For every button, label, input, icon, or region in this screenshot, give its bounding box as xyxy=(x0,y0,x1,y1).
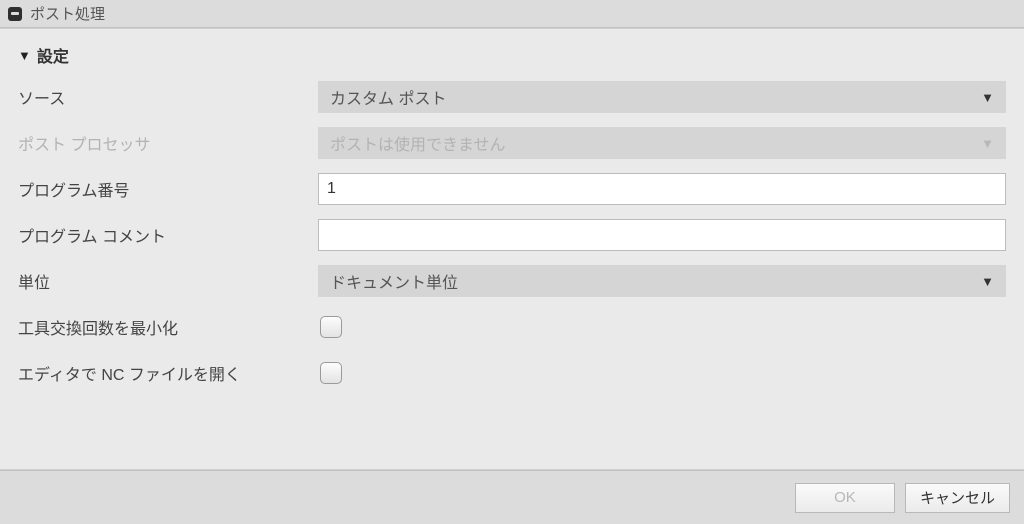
label-program-comment: プログラム コメント xyxy=(18,223,318,247)
titlebar: ポスト処理 xyxy=(0,0,1024,28)
select-units[interactable]: ドキュメント単位 ▼ xyxy=(318,265,1006,297)
chevron-down-icon: ▼ xyxy=(981,90,994,105)
label-program-number: プログラム番号 xyxy=(18,177,318,201)
cancel-button[interactable]: キャンセル xyxy=(905,483,1010,513)
section-header-settings[interactable]: ▼ 設定 xyxy=(18,43,1006,67)
select-post-processor: ポストは使用できません ▼ xyxy=(318,127,1006,159)
select-units-value: ドキュメント単位 xyxy=(330,269,458,293)
content-area: ▼ 設定 ソース カスタム ポスト ▼ ポスト プロセッサ ポストは使用できませ… xyxy=(0,28,1024,470)
select-source-value: カスタム ポスト xyxy=(330,85,446,109)
section-title: 設定 xyxy=(37,43,69,67)
row-source: ソース カスタム ポスト ▼ xyxy=(18,81,1006,113)
chevron-down-icon: ▼ xyxy=(981,274,994,289)
label-post-processor: ポスト プロセッサ xyxy=(18,131,318,155)
checkbox-minimize-tool-changes[interactable] xyxy=(320,316,342,338)
row-post-processor: ポスト プロセッサ ポストは使用できません ▼ xyxy=(18,127,1006,159)
label-open-nc-in-editor: エディタで NC ファイルを開く xyxy=(18,361,318,385)
row-open-nc-in-editor: エディタで NC ファイルを開く xyxy=(18,357,1006,389)
label-minimize-tool-changes: 工具交換回数を最小化 xyxy=(18,315,318,339)
row-units: 単位 ドキュメント単位 ▼ xyxy=(18,265,1006,297)
window-title: ポスト処理 xyxy=(30,3,105,24)
ok-button: OK xyxy=(795,483,895,513)
row-minimize-tool-changes: 工具交換回数を最小化 xyxy=(18,311,1006,343)
input-program-comment[interactable] xyxy=(318,219,1006,251)
footer: OK キャンセル xyxy=(0,470,1024,524)
label-units: 単位 xyxy=(18,269,318,293)
label-source: ソース xyxy=(18,85,318,109)
select-post-processor-value: ポストは使用できません xyxy=(330,131,506,155)
app-icon xyxy=(8,7,22,21)
row-program-comment: プログラム コメント xyxy=(18,219,1006,251)
disclosure-triangle-icon: ▼ xyxy=(18,48,31,63)
chevron-down-icon: ▼ xyxy=(981,136,994,151)
checkbox-open-nc-in-editor[interactable] xyxy=(320,362,342,384)
row-program-number: プログラム番号 xyxy=(18,173,1006,205)
input-program-number[interactable] xyxy=(318,173,1006,205)
select-source[interactable]: カスタム ポスト ▼ xyxy=(318,81,1006,113)
